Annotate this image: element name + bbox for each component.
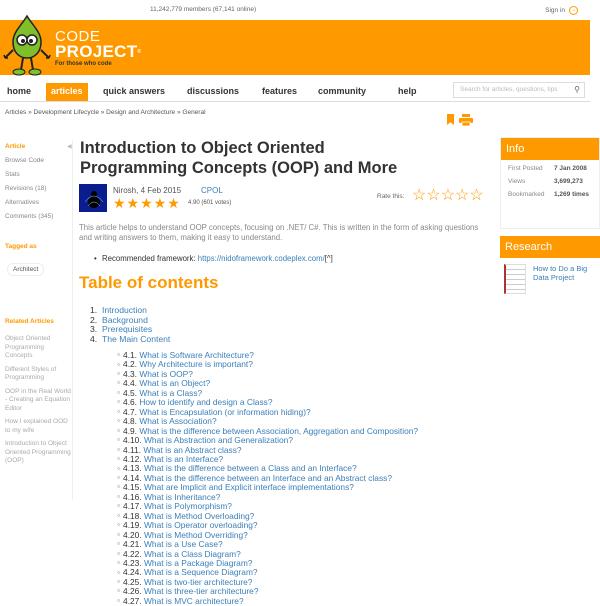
nav-community[interactable]: community [313, 83, 371, 101]
nav-help[interactable]: help [393, 83, 422, 101]
related-article-link[interactable]: OOP in the Real World - Creating an Equa… [5, 388, 71, 414]
registered-mark: ® [137, 49, 142, 55]
nav-features[interactable]: features [257, 83, 302, 101]
tagged-as-heading: Tagged as [5, 243, 37, 250]
logo-project-word: PROJECT [55, 42, 138, 61]
author-date[interactable]: Nirosh, 4 Feb 2015 [113, 186, 181, 195]
toc-sublist: 4.1. What is Software Architecture?4.2. … [117, 350, 418, 606]
toc-heading: Table of contents [79, 273, 219, 292]
related-article-link[interactable]: How I explained OOD to my wife [5, 418, 71, 435]
bookmark-icon[interactable] [447, 114, 454, 125]
author-avatar[interactable] [79, 184, 107, 212]
rating-stars-icon: ★★★★★ [113, 195, 181, 211]
info-label: Views [508, 178, 526, 185]
recommended-framework: Recommended framework: https://nidoframe… [94, 254, 333, 263]
toc-subitem: 4.27. What is MVC architecture? [117, 595, 418, 606]
related-articles-list: Object Oriented Programming Concepts Dif… [5, 335, 71, 471]
info-row-first-posted: First Posted 7 Jan 2008 [508, 165, 599, 173]
print-icon[interactable] [459, 114, 473, 126]
info-row-bookmarked: Bookmarked 1,269 times [508, 191, 599, 199]
search-placeholder: Search for articles, questions, tips [460, 86, 558, 93]
logo-tagline: For those who code [55, 61, 112, 67]
related-article-link[interactable]: Different Styles of Programming [5, 366, 71, 383]
related-article-link[interactable]: Object Oriented Programming Concepts [5, 335, 71, 361]
toc-subitem-num: 4.27. [123, 595, 142, 606]
toc-list: 1. Introduction 2. Background 3. Prerequisi… [90, 305, 170, 345]
sidebar-item-revisions[interactable]: Revisions (18) [5, 182, 73, 196]
sign-in-link[interactable]: Sign in → [545, 6, 578, 15]
article-title: Introduction to Object Oriented Programm… [80, 139, 398, 177]
toc-item: 4. The Main Content [90, 333, 170, 345]
nav-articles[interactable]: articles [46, 83, 88, 101]
search-input[interactable]: Search for articles, questions, tips ⚲ [453, 82, 585, 98]
breadcrumb[interactable]: Articles » Development Lifecycle » Desig… [5, 109, 206, 116]
research-link[interactable]: How to Do a Big Data Project [533, 264, 598, 282]
info-row-views: Views 3,699,273 [508, 178, 599, 186]
collapse-sidebar-icon[interactable]: ◀ [67, 143, 72, 150]
toc-num: 4. [90, 333, 98, 344]
top-bar: 11,242,779 members (67,141 online) Sign … [0, 0, 600, 20]
nav-quick-answers[interactable]: quick answers [98, 83, 170, 101]
sidebar-item-stats[interactable]: Stats [5, 168, 73, 182]
license-link[interactable]: CPOL [201, 186, 223, 195]
rate-stars-input[interactable]: ☆☆☆☆☆ [412, 185, 484, 205]
sidebar-item-alternatives[interactable]: Alternatives [5, 196, 73, 210]
related-articles-heading: Related Articles [5, 318, 54, 325]
sidebar-item-comments[interactable]: Comments (345) [5, 210, 73, 224]
members-count: 11,242,779 members (67,141 online) [150, 6, 257, 13]
nav-home[interactable]: home [2, 83, 36, 101]
info-value: 3,699,273 [554, 178, 583, 185]
rate-this-label: Rate this: [377, 193, 405, 200]
related-article-link[interactable]: Introduction to Object Oriented Programm… [5, 440, 71, 466]
article-summary: This article helps to understand OOP con… [79, 223, 479, 242]
sidebar-item-article[interactable]: Article [5, 140, 73, 154]
sidebar-item-browse-code[interactable]: Browse Code [5, 154, 73, 168]
site-logo[interactable]: CODE PROJECT® For those who code [55, 29, 142, 67]
toc-link[interactable]: The Main Content [102, 334, 170, 344]
external-link-marker[interactable]: [^] [325, 254, 333, 263]
tag-architect[interactable]: Architect [7, 263, 45, 276]
sign-in-label: Sign in [545, 7, 565, 14]
toc-link[interactable]: Prerequisites [102, 324, 152, 334]
rating-value: 4.90 (601 votes) [188, 200, 232, 206]
mascot-logo-icon[interactable] [3, 14, 51, 78]
toc-link[interactable]: Background [102, 315, 148, 325]
search-icon[interactable]: ⚲ [574, 85, 580, 94]
info-value: 1,269 times [554, 191, 590, 198]
research-panel: Research How to Do a Big Data Project [500, 236, 600, 294]
info-label: Bookmarked [508, 191, 545, 198]
info-value: 7 Jan 2008 [554, 165, 587, 172]
nav-discussions[interactable]: discussions [182, 83, 244, 101]
logo-project-text: PROJECT® [55, 42, 142, 61]
main-nav: home articles quick answers discussions … [0, 80, 590, 102]
framework-link[interactable]: https://nidoframework.codeplex.com/ [198, 254, 325, 263]
toc-subitem-link[interactable]: What is MVC architecture? [144, 596, 244, 606]
info-label: First Posted [508, 165, 543, 172]
research-thumbnail[interactable] [504, 264, 526, 294]
toc-link[interactable]: Introduction [102, 305, 147, 315]
research-heading: Research [500, 236, 600, 258]
rec-label: Recommended framework: [102, 254, 198, 263]
sidebar-divider [72, 140, 73, 500]
arrow-right-circle-icon: → [569, 6, 578, 15]
info-panel: Info First Posted 7 Jan 2008 Views 3,699… [500, 137, 600, 229]
article-sidebar: Article Browse Code Stats Revisions (18)… [5, 140, 73, 224]
info-heading: Info [501, 138, 599, 160]
